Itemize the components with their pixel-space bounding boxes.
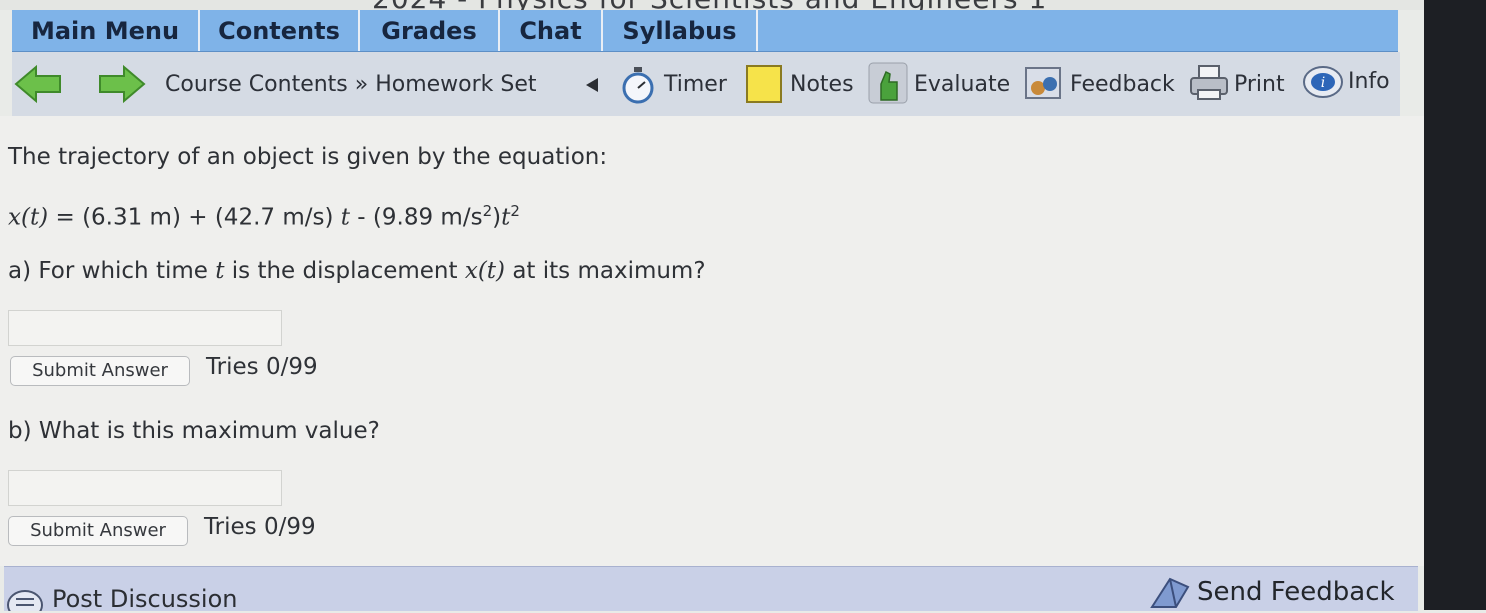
part-b-question: b) What is this maximum value? xyxy=(8,418,380,444)
feedback-icon[interactable] xyxy=(1024,62,1064,104)
menu-main-menu[interactable]: Main Menu xyxy=(12,10,200,51)
timer-button[interactable]: Timer xyxy=(664,52,727,116)
svg-text:i: i xyxy=(1321,75,1325,91)
back-arrow-icon[interactable] xyxy=(14,64,62,104)
main-menu-bar: Main Menu Contents Grades Chat Syllabus xyxy=(12,10,1398,52)
window-title-strip: 2024 - Physics for Scientists and Engine… xyxy=(0,0,1486,10)
menu-contents[interactable]: Contents xyxy=(200,10,360,51)
info-button[interactable]: Info xyxy=(1348,49,1390,113)
send-feedback-icon[interactable] xyxy=(1150,575,1192,609)
timer-icon[interactable] xyxy=(620,66,656,104)
print-icon[interactable] xyxy=(1189,64,1229,102)
breadcrumb[interactable]: Course Contents » Homework Set xyxy=(165,52,537,116)
discussion-bar: Post Discussion Send Feedback xyxy=(4,566,1418,613)
screen-bezel xyxy=(1424,0,1486,610)
send-feedback-link[interactable]: Send Feedback xyxy=(1197,577,1395,607)
menu-syllabus[interactable]: Syllabus xyxy=(603,10,758,51)
forward-arrow-icon[interactable] xyxy=(98,64,146,104)
print-button[interactable]: Print xyxy=(1234,52,1285,116)
notes-icon[interactable] xyxy=(745,64,783,104)
discussion-icon[interactable] xyxy=(6,587,44,611)
problem-content: The trajectory of an object is given by … xyxy=(0,116,1424,566)
part-b-answer-input[interactable] xyxy=(8,470,282,506)
feedback-button[interactable]: Feedback xyxy=(1070,52,1175,116)
collapse-left-icon[interactable] xyxy=(584,77,600,93)
window-title: 2024 - Physics for Scientists and Engine… xyxy=(372,0,1047,10)
notes-button[interactable]: Notes xyxy=(790,52,854,116)
post-discussion-link[interactable]: Post Discussion xyxy=(52,585,237,613)
menu-chat[interactable]: Chat xyxy=(500,10,603,51)
part-b-tries: Tries 0/99 xyxy=(204,514,316,540)
part-a-tries: Tries 0/99 xyxy=(206,354,318,380)
evaluate-thumb-icon[interactable] xyxy=(868,62,908,104)
part-a-question: a) For which time t is the displacement … xyxy=(8,258,706,284)
part-a-submit-button[interactable]: Submit Answer xyxy=(10,356,190,386)
menu-grades[interactable]: Grades xyxy=(360,10,500,51)
trajectory-equation: x(t) = (6.31 m) + (42.7 m/s) t - (9.89 m… xyxy=(8,202,520,231)
toolbar: Course Contents » Homework Set Timer Not… xyxy=(12,52,1400,116)
evaluate-button[interactable]: Evaluate xyxy=(914,52,1010,116)
part-b-submit-button[interactable]: Submit Answer xyxy=(8,516,188,546)
part-a-answer-input[interactable] xyxy=(8,310,282,346)
problem-intro: The trajectory of an object is given by … xyxy=(8,144,608,170)
info-icon[interactable]: i xyxy=(1302,62,1344,102)
